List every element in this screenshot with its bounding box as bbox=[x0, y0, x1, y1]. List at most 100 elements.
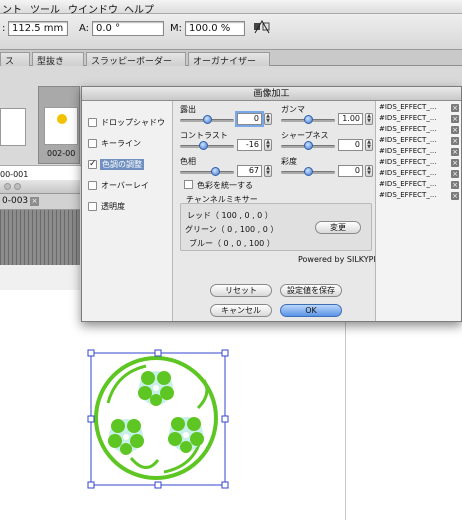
preset-item[interactable]: #IDS_EFFECT_... × bbox=[379, 158, 459, 169]
effect-transparency[interactable]: 透明度 bbox=[82, 198, 172, 216]
gamma-value[interactable]: 1.00 bbox=[338, 113, 363, 125]
gamma-slider[interactable] bbox=[281, 115, 335, 124]
exposure-slider[interactable] bbox=[180, 115, 234, 124]
tab-organizer[interactable]: オーガナイザー bbox=[188, 52, 270, 66]
preset-item[interactable]: #IDS_EFFECT_... × bbox=[379, 114, 459, 125]
slider-knob[interactable] bbox=[304, 115, 313, 124]
tab-0[interactable]: ス bbox=[0, 52, 30, 66]
mixer-green-row: グリーン（ 0 , 100 , 0 ） bbox=[185, 225, 279, 234]
tab-sloppy-border[interactable]: スラッピーボーダー bbox=[86, 52, 186, 66]
unify-color-checkbox[interactable] bbox=[184, 180, 193, 189]
ruler bbox=[0, 210, 80, 265]
slider-knob[interactable] bbox=[304, 167, 313, 176]
channel-mixer-panel: レッド（ 100 , 0 , 0 ） グリーン（ 0 , 100 , 0 ） ブ… bbox=[180, 203, 372, 251]
document-pane bbox=[0, 265, 80, 290]
effect-overlay[interactable]: オーバーレイ bbox=[82, 177, 172, 195]
close-tab-icon[interactable]: × bbox=[30, 197, 39, 206]
preset-item[interactable]: #IDS_EFFECT_... × bbox=[379, 169, 459, 180]
saturation-slider[interactable] bbox=[281, 167, 335, 176]
angle-field[interactable]: 0.0 ° bbox=[92, 21, 164, 36]
delete-preset-icon[interactable]: × bbox=[451, 126, 459, 134]
saturation-value[interactable]: 0 bbox=[338, 165, 363, 177]
preset-list: #IDS_EFFECT_... × #IDS_EFFECT_... × #IDS_E… bbox=[375, 101, 461, 321]
effect-label: ドロップシャドウ bbox=[101, 118, 165, 127]
delete-preset-icon[interactable]: × bbox=[451, 170, 459, 178]
contrast-stepper[interactable]: ▲ ▼ bbox=[264, 139, 272, 151]
delete-preset-icon[interactable]: × bbox=[451, 181, 459, 189]
sharpness-value[interactable]: 0 bbox=[338, 139, 363, 151]
contrast-slider[interactable] bbox=[180, 141, 234, 150]
mixer-blue-row: ブルー（ 0 , 0 , 100 ） bbox=[189, 239, 275, 248]
delete-preset-icon[interactable]: × bbox=[451, 192, 459, 200]
preset-item[interactable]: #IDS_EFFECT_... × bbox=[379, 191, 459, 202]
hue-stepper[interactable]: ▲ ▼ bbox=[264, 165, 272, 177]
delete-preset-icon[interactable]: × bbox=[451, 104, 459, 112]
effect-checkbox[interactable] bbox=[88, 202, 97, 211]
hue-value[interactable]: 67 bbox=[237, 165, 262, 177]
flip-tool-icon[interactable] bbox=[252, 19, 272, 37]
menu-bar: ント ツール ウインドウ ヘルプ bbox=[0, 0, 462, 16]
effect-checkbox[interactable] bbox=[88, 181, 97, 190]
preset-label: #IDS_EFFECT_... bbox=[379, 180, 437, 188]
exposure-label: 露出 bbox=[180, 105, 196, 114]
mixer-change-button[interactable]: 変更 bbox=[315, 221, 361, 234]
preset-label: #IDS_EFFECT_... bbox=[379, 158, 437, 166]
preset-item[interactable]: #IDS_EFFECT_... × bbox=[379, 125, 459, 136]
thumbnail-1-label: 00-001 bbox=[0, 170, 29, 179]
thumbnail-flower-icon bbox=[57, 114, 67, 124]
effect-keyline[interactable]: キーライン bbox=[82, 135, 172, 153]
contrast-value[interactable]: -16 bbox=[237, 139, 262, 151]
effect-label: オーバーレイ bbox=[101, 181, 149, 190]
thumbnail-2[interactable]: 002-00 bbox=[38, 86, 80, 164]
canvas[interactable] bbox=[0, 290, 462, 520]
window-close-icon[interactable] bbox=[4, 183, 11, 190]
document-tab-label[interactable]: 0-003 bbox=[2, 196, 28, 206]
thumbnail-2-label: 002-00 bbox=[47, 149, 76, 158]
preset-label: #IDS_EFFECT_... bbox=[379, 103, 437, 111]
effect-drop-shadow[interactable]: ドロップシャドウ bbox=[82, 114, 172, 132]
effect-color-adjust[interactable]: ✓ 色調の調整 bbox=[82, 156, 172, 174]
thumbnail-2-preview bbox=[44, 107, 78, 145]
delete-preset-icon[interactable]: × bbox=[451, 137, 459, 145]
window-minimize-icon[interactable] bbox=[14, 183, 21, 190]
scale-field[interactable]: 100.0 % bbox=[185, 21, 245, 36]
delete-preset-icon[interactable]: × bbox=[451, 148, 459, 156]
gamma-stepper[interactable]: ▲ ▼ bbox=[365, 113, 373, 125]
width-field[interactable]: 112.5 mm bbox=[8, 21, 68, 36]
preset-item[interactable]: #IDS_EFFECT_... × bbox=[379, 180, 459, 191]
ok-button[interactable]: OK bbox=[280, 304, 342, 317]
saturation-label: 彩度 bbox=[281, 157, 297, 166]
flower-1-icon bbox=[138, 371, 174, 406]
hue-label: 色相 bbox=[180, 157, 196, 166]
hue-slider[interactable] bbox=[180, 167, 234, 176]
preset-item[interactable]: #IDS_EFFECT_... × bbox=[379, 136, 459, 147]
effect-checkbox[interactable] bbox=[88, 139, 97, 148]
preset-item[interactable]: #IDS_EFFECT_... × bbox=[379, 103, 459, 114]
sharpness-slider[interactable] bbox=[281, 141, 335, 150]
cancel-button[interactable]: キャンセル bbox=[210, 304, 272, 317]
save-settings-button[interactable]: 設定値を保存 bbox=[280, 284, 342, 297]
image-processing-dialog: 画像加工 ドロップシャドウ キーライン ✓ 色調の調整 オーバーレイ 透明度 露… bbox=[81, 86, 462, 322]
delete-preset-icon[interactable]: × bbox=[451, 159, 459, 167]
clipart-selection[interactable] bbox=[86, 348, 230, 490]
slider-knob[interactable] bbox=[211, 167, 220, 176]
reset-button[interactable]: リセット bbox=[210, 284, 272, 297]
effect-checkbox[interactable] bbox=[88, 118, 97, 127]
saturation-stepper[interactable]: ▲ ▼ bbox=[365, 165, 373, 177]
slider-knob[interactable] bbox=[199, 141, 208, 150]
tab-die-cut[interactable]: 型抜き bbox=[32, 52, 84, 66]
slider-knob[interactable] bbox=[203, 115, 212, 124]
slider-knob[interactable] bbox=[304, 141, 313, 150]
effect-label: 色調の調整 bbox=[100, 159, 144, 170]
preset-label: #IDS_EFFECT_... bbox=[379, 125, 437, 133]
exposure-stepper[interactable]: ▲ ▼ bbox=[264, 113, 272, 125]
preset-item[interactable]: #IDS_EFFECT_... × bbox=[379, 147, 459, 158]
exposure-value[interactable]: 0 bbox=[237, 113, 262, 125]
tab-bar: ス 型抜き スラッピーボーダー オーガナイザー bbox=[0, 50, 462, 66]
delete-preset-icon[interactable]: × bbox=[451, 115, 459, 123]
effect-label: 透明度 bbox=[101, 202, 125, 211]
sharpness-stepper[interactable]: ▲ ▼ bbox=[365, 139, 373, 151]
effect-checkbox-checked[interactable]: ✓ bbox=[88, 160, 97, 169]
mixer-red-row: レッド（ 100 , 0 , 0 ） bbox=[187, 211, 273, 220]
selection-handles[interactable] bbox=[87, 349, 229, 489]
